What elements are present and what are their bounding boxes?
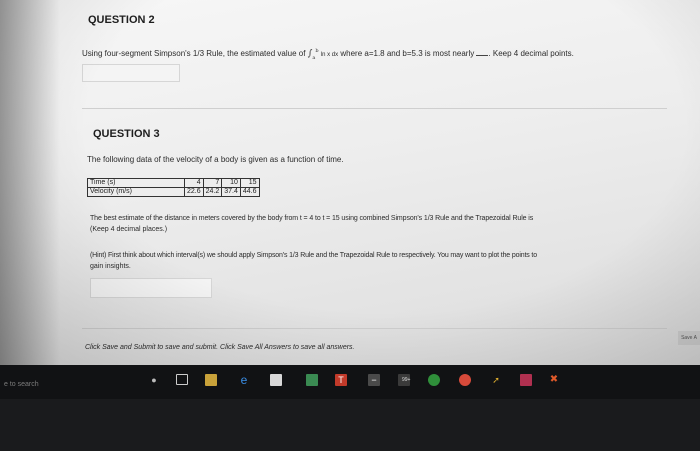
hint-line-1: (Hint) First think about which interval(… bbox=[90, 252, 537, 259]
question-2-answer-input[interactable] bbox=[82, 64, 180, 82]
velocity-header: Velocity (m/s) bbox=[87, 187, 185, 197]
table-row: Velocity (m/s) 22.6 24.2 37.4 44.6 bbox=[87, 187, 260, 197]
question-3-intro: The following data of the velocity of a … bbox=[87, 155, 344, 164]
app-x-icon[interactable]: ✖ bbox=[548, 374, 560, 386]
store-icon[interactable] bbox=[270, 374, 282, 386]
table-cell: 10 bbox=[221, 178, 241, 188]
mail-icon[interactable] bbox=[306, 374, 318, 386]
laptop-bezel bbox=[0, 399, 700, 451]
file-explorer-icon[interactable] bbox=[205, 374, 217, 386]
table-cell: 4 bbox=[184, 178, 204, 188]
question-2-prompt-before: Using four-segment Simpson's 1/3 Rule, t… bbox=[82, 49, 306, 58]
app-circle-icon[interactable] bbox=[459, 374, 471, 386]
velocity-table: Time (s) 4 7 10 15 Velocity (m/s) 22.6 2… bbox=[87, 178, 260, 197]
table-cell: 44.6 bbox=[239, 187, 260, 197]
microphone-icon[interactable]: ● bbox=[148, 374, 160, 386]
task-view-icon[interactable] bbox=[176, 374, 188, 385]
chrome-icon[interactable] bbox=[428, 374, 440, 386]
app-square-icon[interactable] bbox=[520, 374, 532, 386]
integrand-text: ln x dx bbox=[320, 52, 339, 58]
question-2-title: QUESTION 2 bbox=[88, 14, 155, 26]
time-header: Time (s) bbox=[87, 178, 185, 188]
blank-line bbox=[476, 55, 489, 56]
footer-divider bbox=[82, 328, 667, 329]
app-t-icon[interactable]: T bbox=[335, 374, 347, 386]
question-divider bbox=[82, 108, 667, 109]
browser-page: QUESTION 2 Using four-segment Simpson's … bbox=[0, 0, 700, 365]
windows-taskbar: e to search ● e T − 99+ ➚ ✖ bbox=[0, 365, 700, 399]
table-cell: 24.2 bbox=[202, 187, 223, 197]
integral-symbol: ∫ab bbox=[307, 48, 319, 61]
table-cell: 7 bbox=[202, 178, 223, 188]
question-2-suffix: . Keep 4 decimal points. bbox=[488, 49, 574, 58]
question-3-line-1: The best estimate of the distance in met… bbox=[90, 215, 534, 222]
question-3-line-2: (Keep 4 decimal places.) bbox=[90, 226, 168, 233]
save-instructions: Click Save and Submit to save and submit… bbox=[85, 344, 355, 351]
table-cell: 37.4 bbox=[221, 187, 241, 197]
table-cell: 22.6 bbox=[184, 187, 204, 197]
save-all-answers-button[interactable]: Save A bbox=[678, 331, 700, 345]
app-arrow-icon[interactable]: ➚ bbox=[490, 374, 502, 386]
question-2-prompt-after: where a=1.8 and b=5.3 is most nearly bbox=[340, 49, 475, 58]
notification-count: 99+ bbox=[402, 377, 411, 383]
edge-browser-icon[interactable]: e bbox=[238, 374, 250, 386]
question-3-answer-input[interactable] bbox=[90, 278, 212, 298]
taskbar-search[interactable]: e to search bbox=[4, 381, 39, 388]
question-2-prompt: Using four-segment Simpson's 1/3 Rule, t… bbox=[82, 48, 574, 61]
table-row: Time (s) 4 7 10 15 bbox=[87, 178, 260, 188]
hint-line-2: gain insights. bbox=[90, 263, 131, 270]
screen-edge-shadow bbox=[0, 0, 60, 365]
question-3-title: QUESTION 3 bbox=[93, 128, 160, 140]
app-minus-icon[interactable]: − bbox=[368, 374, 380, 386]
table-cell: 15 bbox=[239, 178, 260, 188]
